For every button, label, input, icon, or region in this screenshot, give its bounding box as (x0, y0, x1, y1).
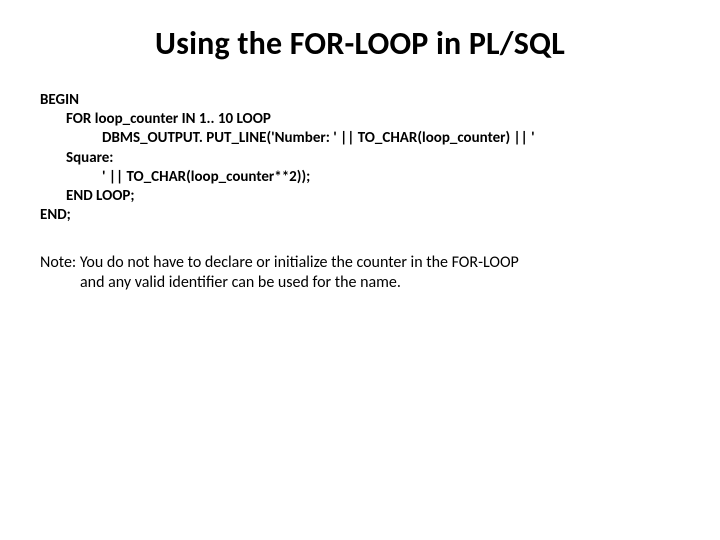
code-line-endloop: END LOOP; (40, 187, 680, 206)
code-line-concat: ' || TO_CHAR(loop_counter**2)); (40, 168, 680, 187)
code-line-for: FOR loop_counter IN 1.. 10 LOOP (40, 110, 680, 129)
slide: Using the FOR-LOOP in PL/SQL BEGIN FOR l… (0, 0, 720, 540)
slide-title: Using the FOR-LOOP in PL/SQL (40, 24, 680, 63)
code-line-begin: BEGIN (40, 91, 680, 110)
code-block: BEGIN FOR loop_counter IN 1.. 10 LOOP DB… (40, 91, 680, 225)
code-line-square-label: Square: (40, 149, 680, 168)
code-line-end: END; (40, 206, 680, 225)
note-line-2: and any valid identifier can be used for… (40, 273, 680, 293)
note-text: Note: You do not have to declare or init… (40, 253, 680, 293)
code-line-putline: DBMS_OUTPUT. PUT_LINE('Number: ' || TO_C… (40, 129, 680, 148)
note-line-1: Note: You do not have to declare or init… (40, 253, 519, 272)
